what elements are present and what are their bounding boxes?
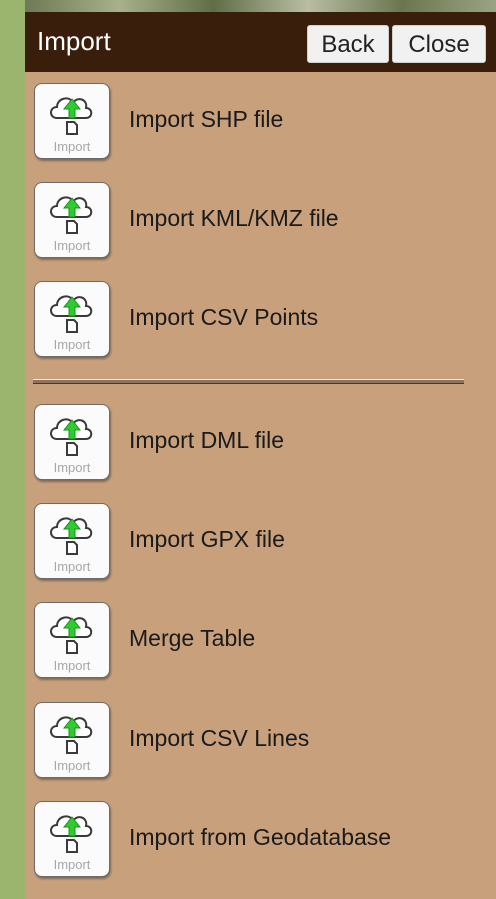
import-geodatabase-item[interactable]: Import Import from Geodatabase <box>25 800 496 880</box>
item-label: Import CSV Points <box>129 304 319 330</box>
cloud-upload-icon: Import <box>34 404 110 480</box>
import-shp-item[interactable]: Import Import SHP file <box>25 82 496 162</box>
icon-caption: Import <box>53 139 91 154</box>
item-label: Import GPX file <box>129 526 285 552</box>
cloud-upload-icon: Import <box>34 83 110 159</box>
cloud-upload-icon: Import <box>34 281 110 357</box>
icon-caption: Import <box>53 758 91 773</box>
icon-caption: Import <box>53 460 91 475</box>
import-csv-lines-item[interactable]: Import Import CSV Lines <box>25 701 496 781</box>
item-label: Import KML/KMZ file <box>129 205 339 231</box>
import-panel: Import Back Close Import Import SHP file… <box>25 12 496 899</box>
icon-caption: Import <box>53 658 91 673</box>
panel-title: Import <box>37 26 111 56</box>
panel-header: Import Back Close <box>25 12 496 72</box>
item-label: Import from Geodatabase <box>129 824 392 850</box>
import-dml-item[interactable]: Import Import DML file <box>25 403 496 483</box>
map-background <box>25 0 496 12</box>
import-gpx-item[interactable]: Import Import GPX file <box>25 502 496 582</box>
merge-table-item[interactable]: Import Merge Table <box>25 601 496 681</box>
cloud-upload-icon: Import <box>34 182 110 258</box>
item-label: Import DML file <box>129 427 285 453</box>
cloud-upload-icon: Import <box>34 801 110 877</box>
icon-caption: Import <box>53 857 91 872</box>
item-label: Import CSV Lines <box>129 725 310 751</box>
cloud-upload-icon: Import <box>34 702 110 778</box>
back-button[interactable]: Back <box>307 25 389 63</box>
icon-caption: Import <box>53 559 91 574</box>
import-kml-item[interactable]: Import Import KML/KMZ file <box>25 181 496 261</box>
icon-caption: Import <box>53 238 91 253</box>
import-csv-points-item[interactable]: Import Import CSV Points <box>25 280 496 360</box>
item-label: Merge Table <box>129 625 256 651</box>
close-button[interactable]: Close <box>392 25 486 63</box>
section-divider <box>33 379 464 384</box>
cloud-upload-icon: Import <box>34 602 110 678</box>
item-label: Import SHP file <box>129 106 284 132</box>
icon-caption: Import <box>53 337 91 352</box>
cloud-upload-icon: Import <box>34 503 110 579</box>
